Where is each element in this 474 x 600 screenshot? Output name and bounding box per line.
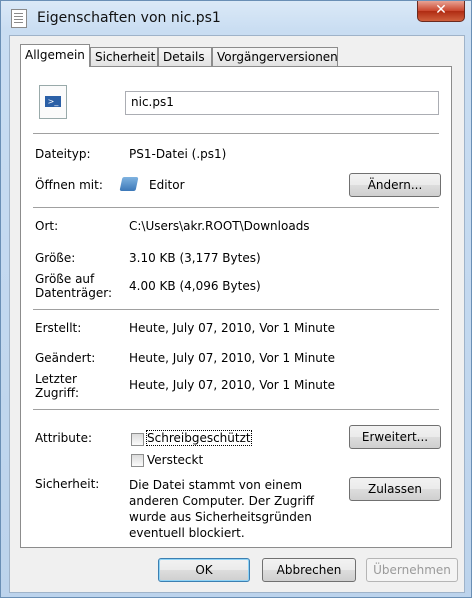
tab-details[interactable]: Details (158, 47, 212, 66)
readonly-label[interactable]: Schreibgeschützt (146, 430, 252, 446)
change-button[interactable]: Ändern... (349, 173, 441, 197)
accessed-label-line1: Letzter (35, 372, 77, 386)
location-value: C:\Users\akr.ROOT\Downloads (129, 219, 310, 233)
powershell-file-icon: >_ (39, 85, 67, 119)
accessed-label-line2: Zugriff: (35, 386, 80, 400)
close-button[interactable]: ✕ (417, 1, 465, 22)
divider (33, 309, 439, 310)
security-warning-text: Die Datei stammt von einem anderen Compu… (129, 478, 314, 540)
opens-with-value: Editor (149, 178, 185, 192)
apply-button[interactable]: Übernehmen (366, 558, 458, 582)
created-label: Erstellt: (35, 321, 82, 335)
ok-button[interactable]: OK (158, 558, 250, 582)
advanced-button[interactable]: Erweitert... (349, 425, 441, 449)
tab-vorgaengerversionen[interactable]: Vorgängerversionen (212, 47, 338, 66)
divider (33, 207, 439, 208)
filename-input[interactable]: nic.ps1 (125, 91, 439, 115)
tab-sicherheit[interactable]: Sicherheit (90, 47, 158, 66)
tab-allgemein[interactable]: Allgemein (20, 44, 90, 67)
attributes-label: Attribute: (35, 431, 93, 445)
file-type-label: Dateityp: (35, 147, 91, 161)
hidden-label[interactable]: Versteckt (147, 453, 203, 467)
divider (33, 409, 439, 410)
size-on-disk-label: Größe auf Datenträger: (35, 272, 112, 300)
document-icon (11, 9, 27, 28)
properties-window: Eigenschaften von nic.ps1 ✕ Allgemein Si… (0, 0, 472, 598)
unblock-button[interactable]: Zulassen (349, 477, 441, 501)
opens-with-label: Öffnen mit: (35, 178, 103, 192)
dialog-body: Allgemein Sicherheit Details Vorgängerve… (9, 35, 465, 593)
title-bar[interactable]: Eigenschaften von nic.ps1 ✕ (1, 1, 471, 35)
size-on-disk-label-line2: Datenträger: (35, 286, 113, 300)
general-tab-panel: >_ nic.ps1 Dateityp: PS1-Datei (.ps1) Öf… (20, 66, 452, 548)
divider (33, 133, 439, 134)
file-type-value: PS1-Datei (.ps1) (129, 147, 227, 161)
accessed-label: Letzter Zugriff: (35, 372, 79, 400)
modified-label: Geändert: (35, 351, 96, 365)
size-on-disk-label-line1: Größe auf (35, 272, 95, 286)
notepad-icon (119, 177, 139, 191)
size-on-disk-value: 4.00 KB (4,096 Bytes) (129, 279, 261, 293)
cancel-button[interactable]: Abbrechen (262, 558, 356, 582)
security-label: Sicherheit: (35, 477, 100, 491)
size-value: 3.10 KB (3,177 Bytes) (129, 251, 261, 265)
size-label: Größe: (35, 251, 76, 265)
modified-value: Heute, July 07, 2010, Vor 1 Minute (129, 351, 335, 365)
powershell-prompt-icon: >_ (45, 96, 61, 107)
created-value: Heute, July 07, 2010, Vor 1 Minute (129, 321, 335, 335)
accessed-value: Heute, July 07, 2010, Vor 1 Minute (129, 378, 335, 392)
readonly-checkbox[interactable] (131, 433, 144, 446)
window-title: Eigenschaften von nic.ps1 (37, 10, 221, 26)
location-label: Ort: (35, 219, 59, 233)
hidden-checkbox[interactable] (131, 454, 144, 467)
